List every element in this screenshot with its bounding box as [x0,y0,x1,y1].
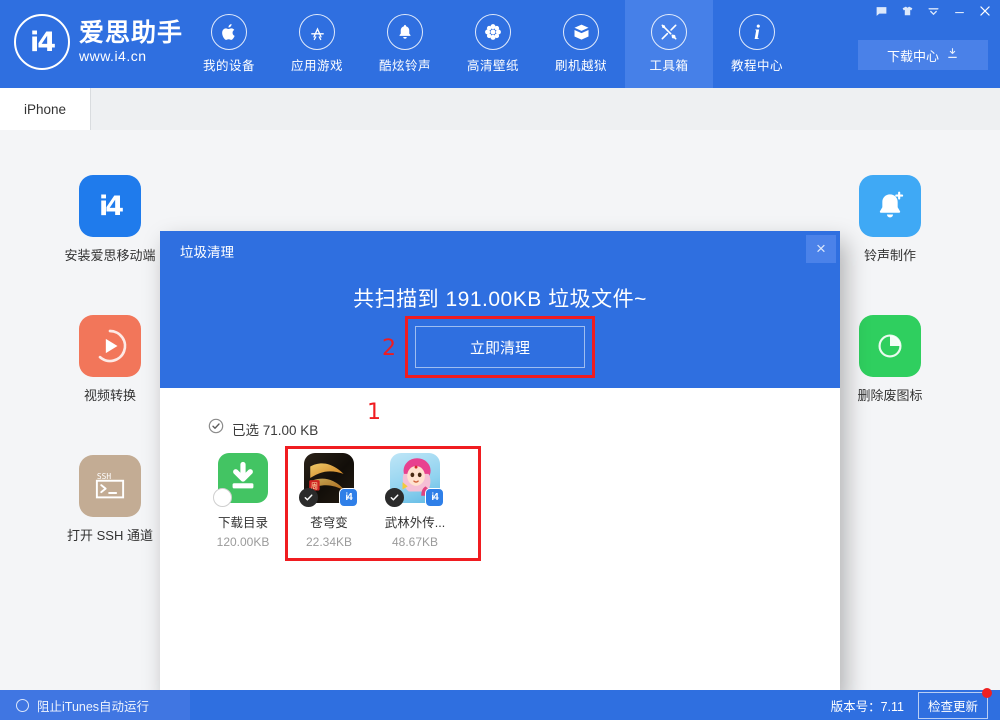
check-update-button[interactable]: 检查更新 [917,687,992,719]
file-name: 苍穹变 [310,516,348,530]
remove-icon-icon [859,315,921,377]
nav-label: 教程中心 [730,59,783,73]
update-badge-icon [982,687,992,698]
game-wulinwaizhuan-icon: i4 [385,453,444,507]
file-size: 120.00KB [216,535,270,549]
close-icon[interactable] [972,0,998,22]
tool-open-ssh[interactable]: SSH 打开 SSH 通道 [45,455,175,544]
list-item[interactable]: 下载目录 120.00KB [200,453,286,549]
scan-result-message: 共扫描到 191.00KB 垃圾文件~ [353,288,647,311]
i4-logo-icon: i4 [14,14,70,70]
nav-label: 工具箱 [649,59,689,73]
selected-summary[interactable]: 已选 71.00 KB [208,418,318,439]
nav-item-my-device[interactable]: 我的设备 [185,0,273,88]
i4-badge-icon: i4 [339,488,358,507]
file-name: 下载目录 [217,516,268,530]
box-icon [563,14,599,50]
check-update-label: 检查更新 [927,699,978,714]
block-itunes-label: 阻止iTunes自动运行 [37,699,150,714]
download-center-label: 下载中心 [886,48,939,64]
dialog-body: 已选 71.00 KB 1 下载目录 120.00KB 周 i4 苍穹变 22.… [160,388,840,695]
nav-label: 应用游戏 [290,59,343,73]
list-item[interactable]: i4 武林外传... 48.67KB [372,453,458,549]
tool-label: 删除废图标 [857,388,923,403]
window-controls [868,0,998,22]
nav-item-ringtones[interactable]: 酷炫铃声 [361,0,449,88]
brand-url: www.i4.cn [79,48,147,64]
annotation-number-1: 1 [367,400,381,425]
video-convert-icon [79,315,141,377]
brand-logo[interactable]: i4 爱思助手 www.i4.cn [14,14,183,70]
info-icon: i [739,14,775,50]
tool-label: 铃声制作 [863,248,916,263]
appstore-icon [299,14,335,50]
download-folder-icon [213,453,268,507]
i4-badge-icon: i4 [425,488,444,507]
file-size: 22.34KB [305,535,353,549]
device-tab-strip: iPhone [0,88,1000,130]
tab-strip-filler [90,88,1000,130]
dialog-close-icon[interactable]: × [806,235,836,263]
tool-video-convert[interactable]: 视频转换 [45,315,175,404]
svg-text:SSH: SSH [97,472,111,481]
checkbox-checked[interactable] [299,488,318,507]
checkbox-unchecked[interactable] [213,488,232,507]
version-label: 版本号：7.11 [830,699,904,714]
ssh-terminal-icon: SSH [79,455,141,517]
tool-label: 打开 SSH 通道 [67,528,153,543]
ringtone-maker-icon [859,175,921,237]
nav-label: 刷机越狱 [554,59,607,73]
feedback-icon[interactable] [868,0,894,22]
main-nav: 我的设备 应用游戏 酷炫铃声 高清壁纸 刷机越狱 工具箱 i 教程中心 [185,0,801,88]
minimize-icon[interactable] [946,0,972,22]
nav-item-tutorials[interactable]: i 教程中心 [713,0,801,88]
apple-icon [211,14,247,50]
nav-label: 高清壁纸 [466,59,519,73]
app-window: i4 爱思助手 www.i4.cn 我的设备 应用游戏 酷炫铃声 高清壁纸 刷机… [0,0,1000,720]
dialog-header: 垃圾清理 × 共扫描到 191.00KB 垃圾文件~ 2 立即清理 [160,231,840,388]
i4-app-icon: i4 [79,175,141,237]
nav-item-apps-games[interactable]: 应用游戏 [273,0,361,88]
junk-file-list: 下载目录 120.00KB 周 i4 苍穹变 22.34KB i4 武林外传..… [200,453,458,549]
list-item[interactable]: 周 i4 苍穹变 22.34KB [286,453,372,549]
skin-icon[interactable] [894,0,920,22]
nav-label: 酷炫铃声 [378,59,431,73]
game-cangqiongbian-icon: 周 i4 [299,453,358,507]
annotation-number-2: 2 [382,336,396,361]
dialog-title: 垃圾清理 [180,245,234,260]
nav-item-wallpapers[interactable]: 高清壁纸 [449,0,537,88]
nav-item-flash-jailbreak[interactable]: 刷机越狱 [537,0,625,88]
toggle-circle-icon [16,698,29,712]
check-circle-icon [208,418,224,439]
top-navigation-bar: i4 爱思助手 www.i4.cn 我的设备 应用游戏 酷炫铃声 高清壁纸 刷机… [0,0,1000,88]
status-bar: 阻止iTunes自动运行 版本号：7.11 检查更新 [0,687,1000,720]
tool-ringtone-maker[interactable]: 铃声制作 [825,175,955,264]
tool-install-i4-mobile[interactable]: i4 安装爱思移动端 [45,175,175,264]
file-name: 武林外传... [384,516,446,530]
brand-title: 爱思助手 [79,19,184,47]
tool-remove-broken-icons[interactable]: 删除废图标 [825,315,955,404]
toolbox-content: i4 安装爱思移动端 视频转换 SSH 打开 SSH 通道 铃声制作 删除废图标… [0,130,1000,695]
status-bar-right: 版本号：7.11 检查更新 [830,687,992,720]
bell-icon [387,14,423,50]
nav-label: 我的设备 [202,59,255,73]
tools-icon [651,14,687,50]
chevron-down-icon[interactable] [920,0,946,22]
nav-item-toolbox[interactable]: 工具箱 [625,0,713,88]
tool-label: 视频转换 [83,388,136,403]
file-size: 48.67KB [391,535,439,549]
clean-now-button[interactable]: 立即清理 [415,326,585,368]
download-icon [946,47,959,63]
download-center-button[interactable]: 下载中心 [858,40,988,70]
checkbox-checked[interactable] [385,488,404,507]
tab-iphone[interactable]: iPhone [0,88,90,130]
junk-clean-dialog: 垃圾清理 × 共扫描到 191.00KB 垃圾文件~ 2 立即清理 已选 71.… [160,231,840,695]
selected-size-label: 已选 71.00 KB [232,422,319,438]
tool-label: 安装爱思移动端 [64,248,156,263]
block-itunes-toggle[interactable]: 阻止iTunes自动运行 [0,690,190,720]
flower-icon [475,14,511,50]
